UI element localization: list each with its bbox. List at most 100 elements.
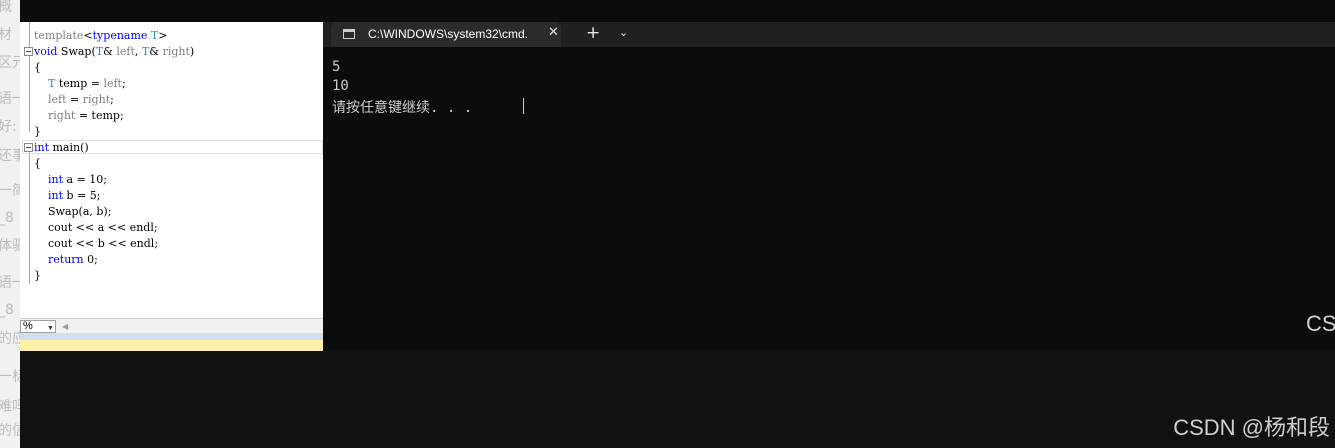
code-token: = bbox=[66, 93, 83, 106]
code-line: cout << a << endl; bbox=[34, 220, 158, 236]
code-token: ) bbox=[189, 45, 195, 58]
console-icon bbox=[343, 29, 355, 39]
code-token: Swap(a, b); bbox=[34, 205, 112, 218]
code-token: void bbox=[34, 45, 58, 58]
bg-fragment: 好: bbox=[0, 119, 17, 135]
code-token: main() bbox=[49, 141, 89, 154]
bg-fragment: 的信 bbox=[0, 423, 20, 439]
code-token: & bbox=[103, 45, 117, 58]
code-token: > bbox=[158, 29, 168, 42]
top-strip bbox=[0, 0, 1335, 22]
text-cursor bbox=[523, 98, 524, 114]
code-token: template bbox=[34, 29, 84, 42]
code-line: T temp = left; bbox=[34, 76, 126, 92]
editor-info-bar bbox=[20, 340, 323, 351]
bg-fragment: 概 bbox=[0, 0, 12, 15]
code-line: { bbox=[34, 60, 41, 76]
terminal-tab-bar: C:\WINDOWS\system32\cmd. ✕ + ⌄ bbox=[323, 22, 1335, 47]
close-icon[interactable]: ✕ bbox=[548, 25, 559, 40]
chevron-down-icon[interactable]: ⌄ bbox=[619, 26, 628, 39]
collapse-icon[interactable] bbox=[24, 143, 33, 152]
zoom-value: % bbox=[23, 320, 33, 332]
csdn-watermark: CSDN @杨和段 bbox=[1173, 415, 1330, 440]
code-token: cout << b << endl; bbox=[34, 237, 159, 250]
code-line: Swap(a, b); bbox=[34, 204, 111, 220]
terminal-output[interactable]: 5 10 请按任意键继续. . . CS bbox=[323, 47, 1335, 351]
overlay-fragment: CS bbox=[1306, 311, 1335, 336]
code-token: temp = bbox=[55, 77, 104, 90]
bg-fragment: 语一 bbox=[0, 275, 20, 291]
code-token: b = 5; bbox=[63, 189, 101, 202]
outline-bar bbox=[29, 152, 30, 284]
code-token: 0; bbox=[83, 253, 98, 266]
code-token: , bbox=[134, 45, 142, 58]
tab-title: C:\WINDOWS\system32\cmd. bbox=[368, 27, 529, 41]
code-token: left bbox=[103, 77, 122, 90]
code-token: cout << a << endl; bbox=[34, 221, 158, 234]
code-token: left bbox=[48, 93, 67, 106]
code-token: ; bbox=[110, 93, 114, 106]
editor-scroll-track bbox=[20, 333, 323, 340]
code-line: template<typename T> bbox=[34, 28, 167, 44]
code-line: { bbox=[34, 156, 41, 172]
code-token: Swap( bbox=[57, 45, 96, 58]
code-line: } bbox=[34, 124, 41, 140]
code-line: left = right; bbox=[34, 92, 114, 108]
code-token: } bbox=[34, 125, 41, 138]
code-editor[interactable]: template<typename T> void Swap(T& left, T… bbox=[20, 22, 323, 318]
code-token: right bbox=[162, 45, 190, 58]
bg-fragment: 难吗 bbox=[0, 399, 20, 415]
code-line: int a = 10; bbox=[34, 172, 107, 188]
collapse-icon[interactable] bbox=[24, 47, 33, 56]
code-token: return bbox=[48, 253, 84, 266]
code-token: = temp; bbox=[75, 109, 124, 122]
outline-bar bbox=[29, 56, 30, 132]
code-token: ; bbox=[121, 77, 126, 90]
code-token: a = 10; bbox=[63, 173, 107, 186]
terminal-tab[interactable]: C:\WINDOWS\system32\cmd. ✕ bbox=[331, 22, 561, 47]
code-token: { bbox=[34, 157, 41, 170]
editor-status-bar: % ▼ ◀ bbox=[20, 318, 323, 334]
code-token: right bbox=[48, 109, 76, 122]
outline-bar bbox=[29, 22, 30, 48]
new-tab-button[interactable]: + bbox=[586, 23, 600, 43]
code-line: return 0; bbox=[34, 252, 98, 268]
code-token: left bbox=[116, 45, 135, 58]
code-line: int b = 5; bbox=[34, 188, 100, 204]
background-page: 概 材 区元 语一 好: 还事 一简 _8 体驱 语一 _8 的应 一标 难吗 … bbox=[0, 0, 20, 448]
code-token: right bbox=[82, 93, 111, 106]
bg-fragment: 还事 bbox=[0, 148, 20, 164]
code-line: void Swap(T& left, T& right) bbox=[34, 44, 194, 60]
bg-fragment: _8 bbox=[0, 302, 14, 318]
code-token: int bbox=[48, 189, 64, 202]
bg-fragment: 一标 bbox=[0, 369, 20, 385]
code-line: int main() bbox=[34, 140, 89, 156]
bg-fragment: 材 bbox=[0, 27, 12, 43]
zoom-dropdown[interactable]: % ▼ bbox=[20, 320, 56, 333]
code-token: T bbox=[95, 45, 104, 58]
code-token: { bbox=[34, 61, 41, 74]
output-line: 5 bbox=[332, 59, 341, 75]
code-token: } bbox=[34, 269, 41, 282]
output-line: 10 bbox=[332, 78, 349, 94]
code-token: int bbox=[34, 141, 50, 154]
code-token: int bbox=[48, 173, 64, 186]
code-token: & bbox=[149, 45, 163, 58]
bg-fragment: 的应 bbox=[0, 331, 20, 347]
code-token: typename bbox=[92, 29, 148, 42]
background-dark-area bbox=[20, 351, 1335, 448]
scroll-left-icon[interactable]: ◀ bbox=[62, 322, 68, 331]
code-line: } bbox=[34, 268, 41, 284]
bg-fragment: 区元 bbox=[0, 55, 20, 71]
code-token: < bbox=[83, 29, 93, 42]
code-line: cout << b << endl; bbox=[34, 236, 158, 252]
bg-fragment: _8 bbox=[0, 210, 14, 226]
bg-fragment: 体驱 bbox=[0, 238, 20, 254]
code-line: right = temp; bbox=[34, 108, 124, 124]
